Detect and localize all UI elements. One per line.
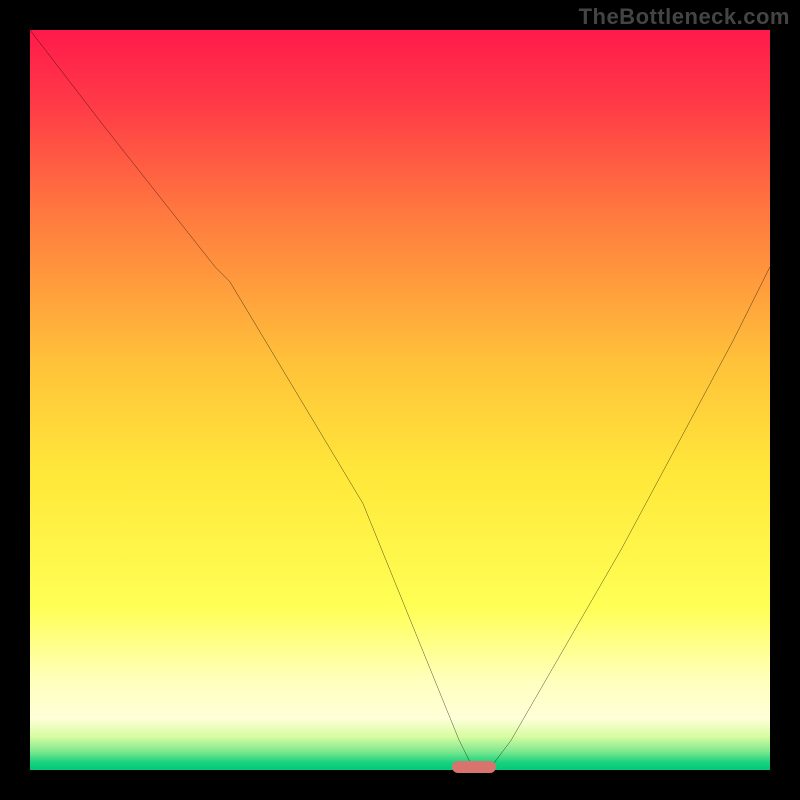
plot-area [30, 30, 770, 770]
chart-frame: TheBottleneck.com [0, 0, 800, 800]
optimal-marker [452, 761, 496, 773]
watermark-text: TheBottleneck.com [579, 4, 790, 30]
bottleneck-curve [30, 30, 770, 770]
